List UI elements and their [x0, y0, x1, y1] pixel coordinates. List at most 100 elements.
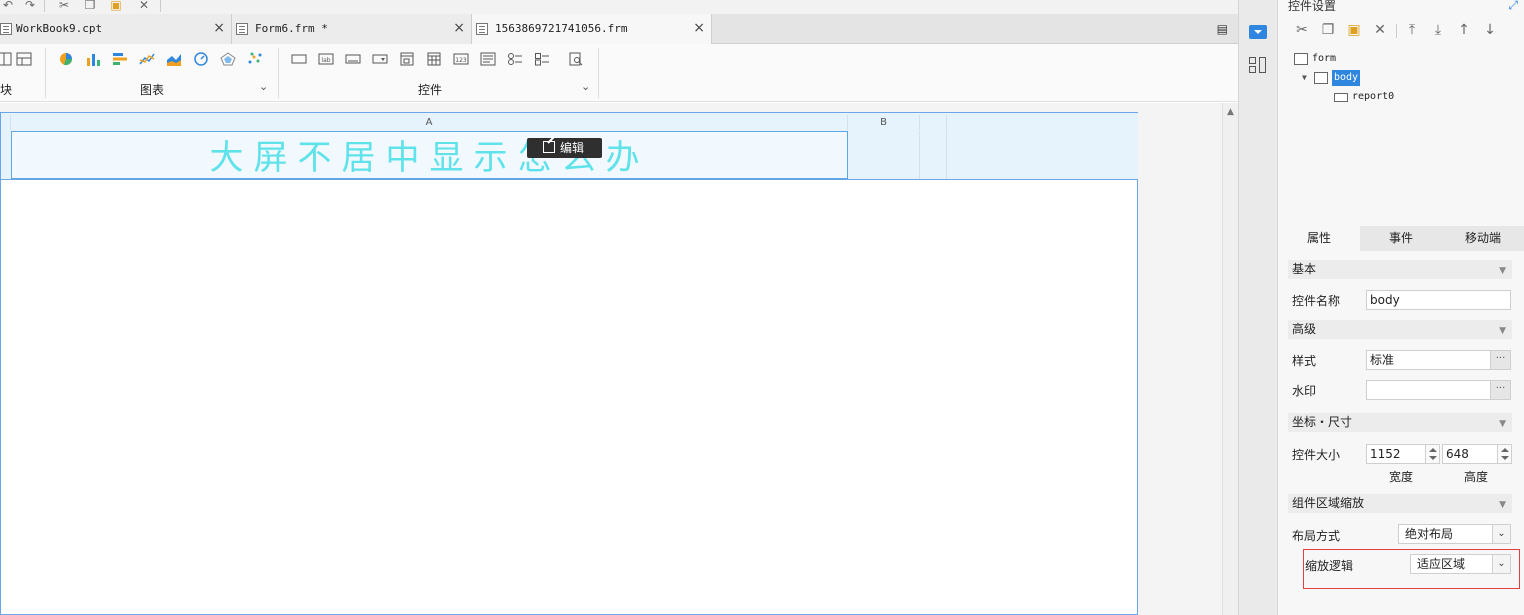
layout-block-icon[interactable]: [16, 52, 32, 66]
scatter-chart-icon[interactable]: [247, 52, 263, 66]
cell-a1[interactable]: 大屏不居中显示怎么办: [11, 131, 848, 179]
textarea-widget-icon[interactable]: [480, 52, 496, 66]
area-chart-icon[interactable]: [166, 52, 182, 66]
widget-size-label: 控件大小: [1292, 448, 1341, 462]
side-panel-strip: [1238, 0, 1278, 615]
quick-access-toolbar: ↶ ↷ ✂ ❐ ▣ ✕: [0, 0, 1238, 14]
watermark-input[interactable]: [1366, 380, 1491, 400]
checkbox-group-icon[interactable]: [534, 52, 550, 66]
close-icon[interactable]: ×: [453, 20, 465, 36]
width-input[interactable]: 1152: [1366, 444, 1426, 464]
ribbon-divider: [598, 48, 599, 98]
widget-settings-tab-icon[interactable]: [1249, 25, 1267, 39]
expand-arrow-icon[interactable]: ▼: [1302, 70, 1307, 86]
tree-node-label: report0: [1352, 91, 1395, 102]
edit-button[interactable]: 编辑: [527, 138, 602, 158]
paste-icon[interactable]: ▣: [1346, 22, 1362, 38]
date-widget-icon[interactable]: [399, 52, 415, 66]
radar-chart-icon[interactable]: [220, 52, 236, 66]
section-title: 组件区域缩放: [1292, 496, 1365, 510]
move-up-icon[interactable]: ↑: [1456, 22, 1472, 38]
form-body-frame[interactable]: A B 大屏不居中显示怎么办 编辑: [0, 112, 1138, 615]
radio-group-icon[interactable]: [507, 52, 523, 66]
svg-text:123: 123: [455, 57, 467, 64]
dropdown-widget-icon[interactable]: [372, 52, 388, 66]
section-coords-size[interactable]: 坐标・尺寸 ▼: [1288, 413, 1512, 432]
tab-label: Form6.frm *: [255, 22, 328, 35]
button-widget-icon[interactable]: [291, 52, 307, 66]
close-icon[interactable]: ×: [693, 20, 705, 36]
expand-icon[interactable]: ⤢: [1508, 0, 1518, 13]
column-header-c[interactable]: [920, 115, 947, 130]
height-caption: 高度: [1464, 470, 1489, 484]
move-to-top-icon[interactable]: ⤒: [1404, 22, 1420, 38]
tab-form6[interactable]: Form6.frm * ×: [232, 14, 472, 44]
paste-icon[interactable]: ▣: [108, 0, 124, 12]
toolbar-divider: [44, 0, 45, 12]
watermark-more-button[interactable]: ···: [1491, 380, 1511, 400]
number-widget-icon[interactable]: 123: [453, 52, 469, 66]
layout-mode-value: 绝对布局: [1405, 527, 1454, 541]
collapse-icon[interactable]: ▼: [1499, 322, 1506, 341]
chevron-down-icon[interactable]: ⌄: [259, 80, 268, 93]
section-component-zoom[interactable]: 组件区域缩放 ▼: [1288, 494, 1512, 513]
search-query-icon[interactable]: [568, 52, 584, 66]
cut-icon[interactable]: ✂: [56, 0, 72, 12]
bar-chart-icon[interactable]: [85, 52, 101, 66]
tab-label: 1563869721741056.frm: [495, 22, 628, 35]
gauge-chart-icon[interactable]: [193, 52, 209, 66]
pie-chart-icon[interactable]: [58, 52, 74, 66]
tab-list-dropdown-icon[interactable]: ▤: [1217, 22, 1228, 36]
widget-tree: form ▼ body report0: [1278, 48, 1524, 218]
section-advanced[interactable]: 高级 ▼: [1288, 320, 1512, 339]
tab-events[interactable]: 事件: [1360, 226, 1442, 251]
horizontal-bar-icon[interactable]: [112, 52, 128, 66]
report-widget[interactable]: A B 大屏不居中显示怎么办 编辑: [1, 113, 1138, 180]
delete-icon[interactable]: ✕: [136, 0, 152, 12]
copy-icon[interactable]: ❐: [1320, 22, 1336, 38]
cut-icon[interactable]: ✂: [1294, 22, 1310, 38]
undo-icon[interactable]: ↶: [0, 0, 16, 12]
layout-mode-label: 布局方式: [1292, 529, 1341, 543]
cell-b1[interactable]: [848, 131, 920, 179]
block-icon[interactable]: [0, 52, 12, 66]
tab-mobile[interactable]: 移动端: [1442, 226, 1524, 251]
close-icon[interactable]: ×: [213, 20, 225, 36]
layout-mode-select[interactable]: 绝对布局 ⌄: [1398, 524, 1511, 544]
copy-icon[interactable]: ❐: [82, 0, 98, 12]
ribbon: 块 图表 ⌄ lab 123 控件 ⌄: [0, 44, 1238, 102]
style-more-button[interactable]: ···: [1491, 350, 1511, 370]
tab-properties[interactable]: 属性: [1278, 226, 1360, 251]
cell-c1[interactable]: [920, 131, 947, 179]
style-input[interactable]: 标准: [1366, 350, 1491, 370]
tab-1563869721741056[interactable]: 1563869721741056.frm ×: [472, 14, 712, 44]
text-field-icon[interactable]: [345, 52, 361, 66]
widget-settings-panel: 控件设置 ⤢ ✂ ❐ ▣ ✕ ⤒ ⤓ ↑ ↓ form ▼ body repor…: [1278, 0, 1524, 615]
label-widget-icon[interactable]: lab: [318, 52, 334, 66]
chevron-down-icon[interactable]: ⌄: [581, 80, 590, 93]
height-stepper[interactable]: [1498, 444, 1512, 464]
width-stepper[interactable]: [1426, 444, 1440, 464]
zoom-logic-select[interactable]: 适应区域 ⌄: [1410, 554, 1511, 574]
redo-icon[interactable]: ↷: [22, 0, 38, 12]
line-chart-icon[interactable]: [139, 52, 155, 66]
widget-name-input[interactable]: body: [1366, 290, 1511, 310]
collapse-icon[interactable]: ▼: [1499, 262, 1506, 281]
height-input[interactable]: 648: [1442, 444, 1498, 464]
section-basic[interactable]: 基本 ▼: [1288, 260, 1512, 279]
vertical-scrollbar[interactable]: ▲: [1222, 103, 1238, 615]
calendar-widget-icon[interactable]: [426, 52, 442, 66]
collapse-icon[interactable]: ▼: [1499, 496, 1506, 515]
move-to-bottom-icon[interactable]: ⤓: [1430, 22, 1446, 38]
component-library-tab-icon[interactable]: [1249, 57, 1267, 73]
scroll-up-icon[interactable]: ▲: [1227, 107, 1234, 117]
delete-icon[interactable]: ✕: [1372, 22, 1388, 38]
tab-workbook9[interactable]: WorkBook9.cpt ×: [0, 14, 232, 44]
column-header-a[interactable]: A: [11, 115, 848, 130]
move-down-icon[interactable]: ↓: [1482, 22, 1498, 38]
collapse-icon[interactable]: ▼: [1499, 415, 1506, 434]
column-header-b[interactable]: B: [848, 115, 920, 130]
ribbon-group-label: 控件: [418, 83, 443, 97]
chevron-down-icon: ⌄: [1492, 555, 1510, 573]
panel-title: 控件设置: [1288, 0, 1337, 13]
